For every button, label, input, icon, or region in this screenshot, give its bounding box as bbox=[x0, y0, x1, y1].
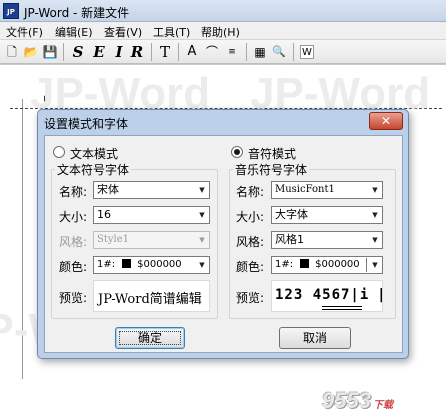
note-font-name-label: 名称: bbox=[236, 185, 265, 199]
text-font-size-select[interactable]: 16 ▼ bbox=[93, 206, 210, 224]
i-button[interactable]: I bbox=[110, 43, 128, 61]
note-font-name-value: MusicFont1 bbox=[275, 184, 335, 195]
combo-divider bbox=[366, 258, 367, 272]
toolbar-separator bbox=[63, 43, 64, 61]
note-font-size-select[interactable]: 大字体 ▼ bbox=[271, 206, 383, 224]
note-font-style-label: 风格: bbox=[236, 235, 265, 249]
text-font-style-label: 风格: bbox=[59, 235, 88, 249]
font-settings-dialog: 设置模式和字体 ✕ 文本模式 音符模式 文本符号字体 名称: 宋体 ▼ 大小: … bbox=[37, 109, 409, 359]
note-font-color-label: 颜色: bbox=[236, 260, 265, 274]
word-icon[interactable]: W bbox=[300, 45, 314, 59]
triplet-icon[interactable]: ≡ bbox=[223, 43, 241, 61]
dialog-body: 文本模式 音符模式 文本符号字体 名称: 宋体 ▼ 大小: 16 ▼ 风格: S… bbox=[44, 135, 403, 353]
toolbar-separator bbox=[151, 43, 152, 61]
note-font-group-title: 音乐符号字体 bbox=[233, 161, 310, 178]
toolbar: 🗋 📂 💾 S E I R T A ⌒ ≡ ▦ 🔍 W bbox=[0, 40, 446, 64]
chevron-down-icon[interactable]: ▼ bbox=[195, 207, 209, 223]
window-title: JP-Word - 新建文件 bbox=[24, 6, 130, 20]
new-file-icon[interactable]: 🗋 bbox=[3, 43, 21, 61]
dialog-title: 设置模式和字体 bbox=[44, 117, 129, 131]
text-font-style-select: Style1 ▼ bbox=[93, 231, 210, 249]
chevron-down-icon[interactable]: ▼ bbox=[195, 182, 209, 198]
text-preview: JP-Word简谱编辑 bbox=[98, 292, 202, 307]
note-font-style-select[interactable]: 风格1 ▼ bbox=[271, 231, 383, 249]
text-font-name-select[interactable]: 宋体 ▼ bbox=[93, 181, 210, 199]
note-font-color-select[interactable]: 1#: $000000 ▼ bbox=[271, 256, 383, 274]
menu-tools[interactable]: 工具(T) bbox=[153, 24, 190, 40]
chevron-down-icon[interactable]: ▼ bbox=[195, 257, 209, 273]
text-font-color-select[interactable]: 1#: $000000 ▼ bbox=[93, 256, 210, 274]
text-font-size-value: 16 bbox=[97, 208, 111, 221]
chevron-down-icon[interactable]: ▼ bbox=[368, 257, 382, 273]
text-font-name-label: 名称: bbox=[59, 185, 88, 199]
ok-button[interactable]: 确定 bbox=[115, 327, 185, 349]
s-button[interactable]: S bbox=[69, 43, 87, 61]
table-icon[interactable]: ▦ bbox=[251, 43, 269, 61]
font-a-button[interactable]: A bbox=[183, 43, 201, 61]
e-button[interactable]: E bbox=[90, 43, 108, 61]
note-font-name-select[interactable]: MusicFont1 ▼ bbox=[271, 181, 383, 199]
toolbar-separator bbox=[293, 43, 294, 61]
chevron-down-icon: ▼ bbox=[199, 236, 205, 244]
note-font-size-label: 大小: bbox=[236, 210, 265, 224]
r-button[interactable]: R bbox=[128, 43, 146, 61]
menu-file[interactable]: 文件(F) bbox=[6, 24, 43, 40]
open-folder-icon[interactable]: 📂 bbox=[22, 43, 40, 61]
note-preview-box: 123 4567|i ‖ bbox=[271, 280, 383, 312]
chevron-down-icon[interactable]: ▼ bbox=[368, 232, 382, 248]
note-font-size-value: 大字体 bbox=[275, 208, 308, 221]
text-font-color-label: 颜色: bbox=[59, 260, 88, 274]
note-preview-label: 预览: bbox=[236, 291, 265, 305]
slur-icon[interactable]: ⌒ bbox=[203, 43, 221, 61]
menu-bar: 文件(F) 编辑(E) 查看(V) 工具(T) 帮助(H) bbox=[0, 22, 446, 40]
text-font-style-value: Style1 bbox=[97, 234, 129, 245]
cancel-button[interactable]: 取消 bbox=[279, 327, 351, 349]
menu-help[interactable]: 帮助(H) bbox=[201, 24, 240, 40]
note-preview: 123 4567|i ‖ bbox=[275, 287, 383, 303]
note-mode-radio[interactable] bbox=[231, 146, 243, 158]
note-mode-label[interactable]: 音符模式 bbox=[248, 145, 296, 162]
note-color-index: 1#: bbox=[275, 259, 294, 270]
toolbar-separator bbox=[246, 43, 247, 61]
note-font-style-value: 风格1 bbox=[275, 233, 304, 246]
save-disk-icon[interactable]: 💾 bbox=[41, 43, 59, 61]
text-font-size-label: 大小: bbox=[59, 210, 88, 224]
text-font-group-title: 文本符号字体 bbox=[55, 161, 132, 178]
close-icon[interactable]: ✕ bbox=[369, 112, 403, 130]
text-tool-button[interactable]: T bbox=[156, 43, 174, 61]
text-color-value: $000000 bbox=[137, 259, 182, 270]
site-watermark-logo: 9553 下载 bbox=[322, 388, 393, 414]
note-underline bbox=[322, 309, 362, 310]
text-preview-label: 预览: bbox=[59, 291, 88, 305]
text-color-index: 1#: bbox=[97, 259, 116, 270]
text-preview-box: JP-Word简谱编辑 bbox=[93, 280, 210, 312]
toolbar-separator bbox=[178, 43, 179, 61]
note-color-value: $000000 bbox=[315, 259, 360, 270]
color-swatch bbox=[122, 259, 132, 268]
zoom-icon[interactable]: 🔍 bbox=[270, 43, 288, 61]
site-watermark-number: 9553 bbox=[322, 388, 371, 413]
site-watermark-suffix: 下载 bbox=[372, 400, 393, 411]
chevron-down-icon[interactable]: ▼ bbox=[368, 182, 382, 198]
title-bar: JP JP-Word - 新建文件 bbox=[0, 0, 446, 22]
menu-view[interactable]: 查看(V) bbox=[104, 24, 142, 40]
text-font-name-value: 宋体 bbox=[97, 183, 119, 196]
menu-edit[interactable]: 编辑(E) bbox=[55, 24, 93, 40]
note-underline bbox=[322, 306, 362, 307]
color-swatch bbox=[300, 259, 310, 268]
app-icon: JP bbox=[3, 3, 19, 19]
chevron-down-icon[interactable]: ▼ bbox=[368, 207, 382, 223]
text-mode-radio[interactable] bbox=[53, 146, 65, 158]
text-mode-label[interactable]: 文本模式 bbox=[70, 145, 118, 162]
